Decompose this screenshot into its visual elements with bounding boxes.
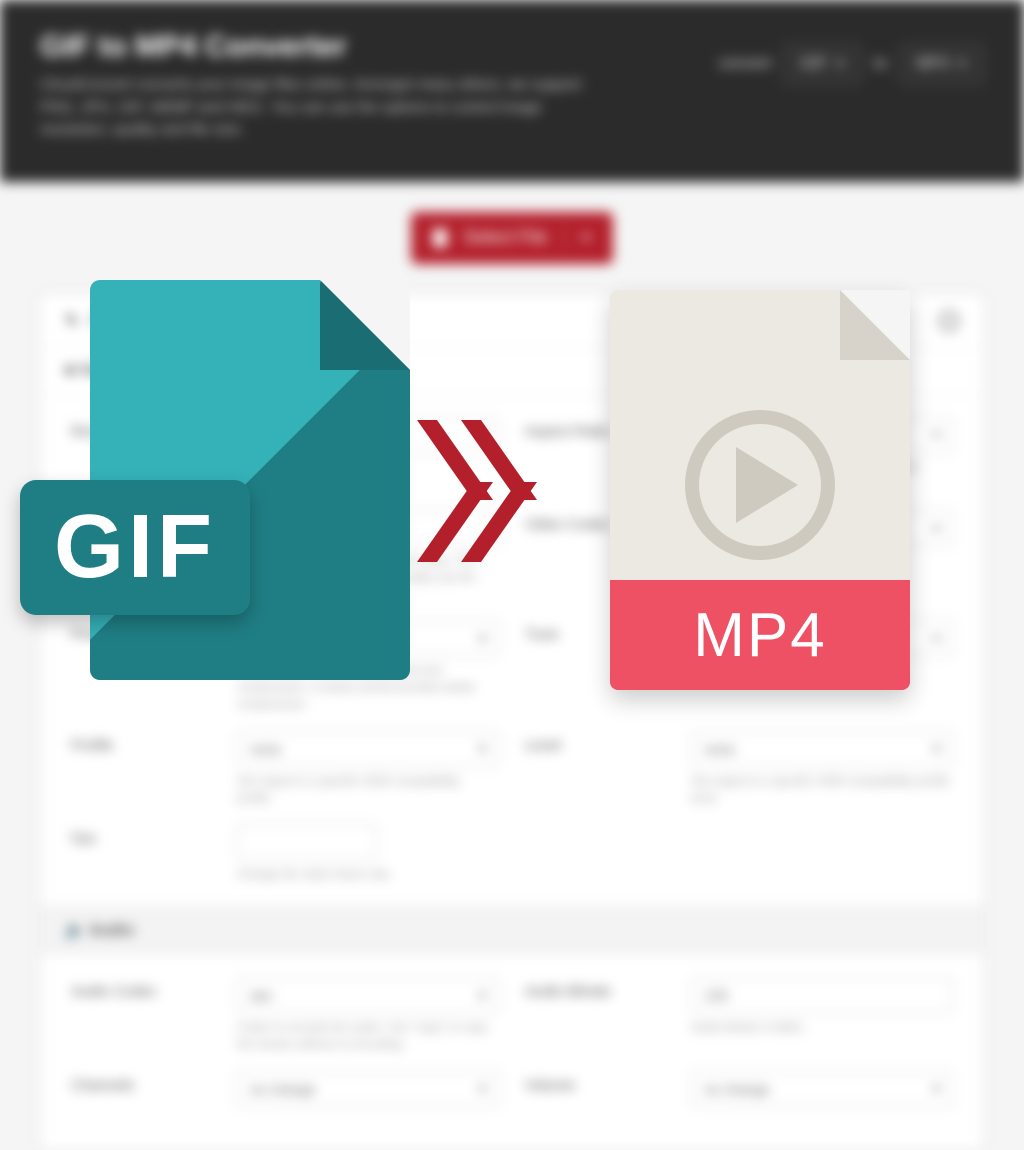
convert-word: convert: [719, 55, 771, 73]
channels-label: Channels: [71, 1071, 211, 1094]
crf-input[interactable]: [237, 510, 499, 546]
volume-label: Volume: [525, 1071, 665, 1094]
audio-section-label: 🔉 Audio: [41, 905, 983, 955]
options-panel: ✎ OPTIONS ■ Video Resolution no change▾ …: [40, 294, 984, 1150]
volume-select[interactable]: no change▾: [691, 1071, 953, 1107]
fps-label: Fps: [71, 824, 211, 847]
level-select[interactable]: none▾: [691, 731, 953, 767]
aspect-label: Aspect Ratio: [525, 417, 665, 440]
page-title: GIF to MP4 Converter: [40, 30, 600, 64]
wrench-icon: ✎: [65, 311, 80, 331]
to-word: to: [874, 55, 887, 73]
preset-hint: Presets affect the encoding speed and co…: [237, 662, 499, 712]
chevron-down-icon: [835, 61, 845, 67]
level-hint: Set output to a specific H264 compatibil…: [691, 773, 953, 807]
convert-bar: convert GIF to MP4: [719, 44, 984, 84]
chevron-down-icon: [957, 61, 967, 67]
select-file-button[interactable]: Select File: [411, 212, 612, 264]
to-format-select[interactable]: MP4: [899, 44, 984, 84]
audio-bitrate-label: Audio Bitrate: [525, 977, 665, 1000]
resolution-label: Resolution: [71, 417, 211, 440]
crf-label: Constant Quality (CRF): [71, 510, 211, 550]
level-label: Level: [525, 731, 665, 754]
codec-label: Video Codec: [525, 510, 665, 533]
page-subtitle: CloudConvert converts your image files o…: [40, 74, 600, 142]
aspect-hint: Select an aspect ratio the output should…: [691, 459, 953, 493]
options-title: OPTIONS: [90, 312, 176, 330]
codec-select[interactable]: x264▾: [691, 510, 953, 546]
select-file-label: Select File: [463, 227, 547, 248]
crf-hint: CRF sets the overall quality of the vide…: [237, 552, 499, 602]
gear-icon[interactable]: [939, 311, 959, 331]
file-icon: [433, 229, 447, 247]
audio-bitrate-hint: Audio bitrate in kbit/s.: [691, 1019, 953, 1036]
from-format-select[interactable]: GIF: [783, 44, 862, 84]
audio-codec-select[interactable]: aac▾: [237, 977, 499, 1013]
tune-select[interactable]: none▾: [691, 620, 953, 656]
profile-select[interactable]: none▾: [237, 731, 499, 767]
preset-label: Preset: [71, 620, 211, 643]
fps-input[interactable]: [237, 824, 377, 860]
tune-label: Tune: [525, 620, 665, 643]
to-format-label: MP4: [916, 55, 949, 73]
video-section-label: ■ Video: [41, 348, 983, 395]
chevron-down-icon: [581, 235, 591, 241]
from-format-label: GIF: [800, 55, 827, 73]
audio-bitrate-input[interactable]: 128: [691, 977, 953, 1013]
profile-hint: Set output to a specific H264 compatibil…: [237, 773, 499, 807]
aspect-select[interactable]: no change▾: [691, 417, 953, 453]
preset-select[interactable]: medium▾: [237, 620, 499, 656]
profile-label: Profile: [71, 731, 211, 754]
audio-codec-label: Audio Codec: [71, 977, 211, 1000]
resolution-select[interactable]: no change▾: [237, 417, 499, 453]
channels-select[interactable]: no change▾: [237, 1071, 499, 1107]
fps-hint: Change the video frame rate.: [237, 866, 499, 883]
audio-codec-hint: Codec to encode the audio. Use "copy" to…: [237, 1019, 499, 1053]
